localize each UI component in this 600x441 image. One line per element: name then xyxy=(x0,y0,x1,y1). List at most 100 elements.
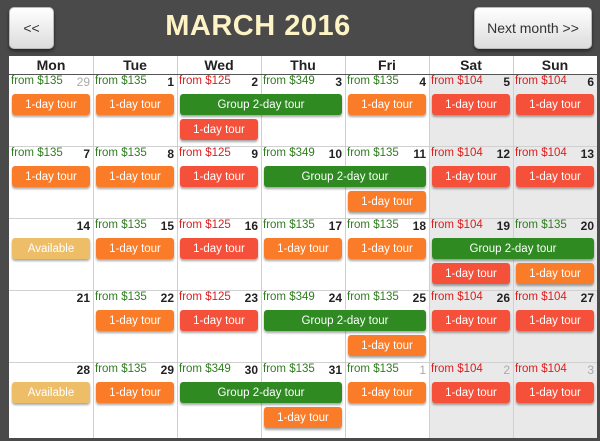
tour-button[interactable]: 1-day tour xyxy=(96,310,174,331)
tour-button[interactable]: 1-day tour xyxy=(96,166,174,187)
tour-button[interactable]: 1-day tour xyxy=(12,166,90,187)
day-cell[interactable]: from $104 26 xyxy=(429,290,513,310)
group-tour-button[interactable]: Group 2-day tour xyxy=(180,94,342,115)
weekday-header: Sat xyxy=(460,57,482,73)
group-tour-button[interactable]: Group 2-day tour xyxy=(264,166,426,187)
tour-button[interactable]: 1-day tour xyxy=(96,94,174,115)
group-tour-button[interactable]: Group 2-day tour xyxy=(264,310,426,331)
day-number: 1 xyxy=(419,363,426,377)
day-cell[interactable]: from $125 2 xyxy=(177,74,261,94)
day-cell[interactable]: from $104 5 xyxy=(429,74,513,94)
day-cell[interactable]: from $135 15 xyxy=(93,218,177,238)
day-cell[interactable]: from $349 30 xyxy=(177,362,261,382)
day-cell[interactable]: from $135 1 xyxy=(93,74,177,94)
day-cell[interactable]: from $135 8 xyxy=(93,146,177,166)
price-label: from $135 xyxy=(347,219,399,231)
day-cell[interactable]: from $104 2 xyxy=(429,362,513,382)
price-label: from $135 xyxy=(347,75,399,87)
day-number: 19 xyxy=(496,219,510,233)
day-cell[interactable]: from $135 11 xyxy=(345,146,429,166)
tour-button[interactable]: 1-day tour xyxy=(348,191,426,212)
day-cell[interactable]: from $135 17 xyxy=(261,218,345,238)
day-cell[interactable]: from $135 1 xyxy=(345,362,429,382)
day-cell[interactable]: from $125 16 xyxy=(177,218,261,238)
tour-button[interactable]: 1-day tour xyxy=(348,335,426,356)
day-number: 11 xyxy=(413,147,426,161)
next-month-button[interactable]: Next month >> xyxy=(474,7,592,49)
tour-button[interactable]: 1-day tour xyxy=(180,238,258,259)
day-cell[interactable]: from $125 23 xyxy=(177,290,261,310)
price-label: from $125 xyxy=(179,219,231,231)
day-number: 24 xyxy=(328,291,342,305)
group-tour-button[interactable]: Group 2-day tour xyxy=(432,238,594,259)
tour-button[interactable]: 1-day tour xyxy=(96,238,174,259)
day-number: 9 xyxy=(251,147,258,161)
day-cell[interactable]: from $104 27 xyxy=(513,290,597,310)
price-label: from $104 xyxy=(515,363,567,375)
day-cell[interactable]: from $349 3 xyxy=(261,74,345,94)
day-number: 26 xyxy=(496,291,510,305)
day-number: 2 xyxy=(503,363,510,377)
day-cell[interactable]: from $135 4 xyxy=(345,74,429,94)
day-cell[interactable]: from $135 29 xyxy=(93,362,177,382)
tour-button[interactable]: 1-day tour xyxy=(264,407,342,428)
price-label: from $135 xyxy=(95,363,147,375)
available-button[interactable]: Available xyxy=(12,382,90,403)
price-label: from $349 xyxy=(263,75,315,87)
day-cell[interactable]: from $125 9 xyxy=(177,146,261,166)
price-label: from $104 xyxy=(431,291,483,303)
price-label: from $135 xyxy=(347,291,399,303)
tour-button[interactable]: 1-day tour xyxy=(96,382,174,403)
day-cell[interactable]: from $104 19 xyxy=(429,218,513,238)
price-label: from $135 xyxy=(95,291,147,303)
day-cell[interactable]: from $104 13 xyxy=(513,146,597,166)
day-cell[interactable]: from $104 12 xyxy=(429,146,513,166)
day-cell[interactable]: from $349 24 xyxy=(261,290,345,310)
previous-month-button[interactable]: << xyxy=(9,7,54,49)
day-number: 12 xyxy=(496,147,510,161)
day-number: 10 xyxy=(328,147,342,161)
day-cell[interactable]: from $349 10 xyxy=(261,146,345,166)
tour-button[interactable]: 1-day tour xyxy=(348,94,426,115)
available-button[interactable]: Available xyxy=(12,238,90,259)
tour-button[interactable]: 1-day tour xyxy=(516,94,594,115)
day-number: 30 xyxy=(244,363,258,377)
tour-button[interactable]: 1-day tour xyxy=(432,310,510,331)
day-cell[interactable]: from $135 25 xyxy=(345,290,429,310)
tour-button[interactable]: 1-day tour xyxy=(12,94,90,115)
tour-button[interactable]: 1-day tour xyxy=(516,263,594,284)
day-cell[interactable]: from $104 3 xyxy=(513,362,597,382)
tour-button[interactable]: 1-day tour xyxy=(516,382,594,403)
day-number: 14 xyxy=(76,219,90,233)
tour-button[interactable]: 1-day tour xyxy=(180,310,258,331)
day-number: 21 xyxy=(76,291,90,305)
tour-button[interactable]: 1-day tour xyxy=(264,238,342,259)
group-tour-button[interactable]: Group 2-day tour xyxy=(180,382,342,403)
tour-button[interactable]: 1-day tour xyxy=(432,94,510,115)
day-cell[interactable]: 28 xyxy=(9,362,93,382)
day-cell[interactable]: from $135 22 xyxy=(93,290,177,310)
day-cell[interactable]: from $104 6 xyxy=(513,74,597,94)
day-cell[interactable]: from $135 29 xyxy=(9,74,93,94)
day-number: 6 xyxy=(587,75,594,89)
tour-button[interactable]: 1-day tour xyxy=(180,119,258,140)
tour-button[interactable]: 1-day tour xyxy=(432,166,510,187)
day-number: 1 xyxy=(167,75,174,89)
tour-button[interactable]: 1-day tour xyxy=(348,382,426,403)
tour-button[interactable]: 1-day tour xyxy=(516,310,594,331)
day-cell[interactable]: from $135 31 xyxy=(261,362,345,382)
price-label: from $104 xyxy=(515,75,567,87)
day-cell[interactable]: 14 xyxy=(9,218,93,238)
tour-button[interactable]: 1-day tour xyxy=(432,263,510,284)
day-cell[interactable]: from $135 18 xyxy=(345,218,429,238)
tour-button[interactable]: 1-day tour xyxy=(516,166,594,187)
tour-button[interactable]: 1-day tour xyxy=(180,166,258,187)
day-cell[interactable]: 21 xyxy=(9,290,93,310)
day-cell[interactable]: from $135 7 xyxy=(9,146,93,166)
price-label: from $135 xyxy=(347,147,399,159)
calendar-header: << MARCH 2016 Next month >> xyxy=(0,0,600,56)
day-number: 23 xyxy=(244,291,258,305)
tour-button[interactable]: 1-day tour xyxy=(432,382,510,403)
day-cell[interactable]: from $135 20 xyxy=(513,218,597,238)
tour-button[interactable]: 1-day tour xyxy=(348,238,426,259)
